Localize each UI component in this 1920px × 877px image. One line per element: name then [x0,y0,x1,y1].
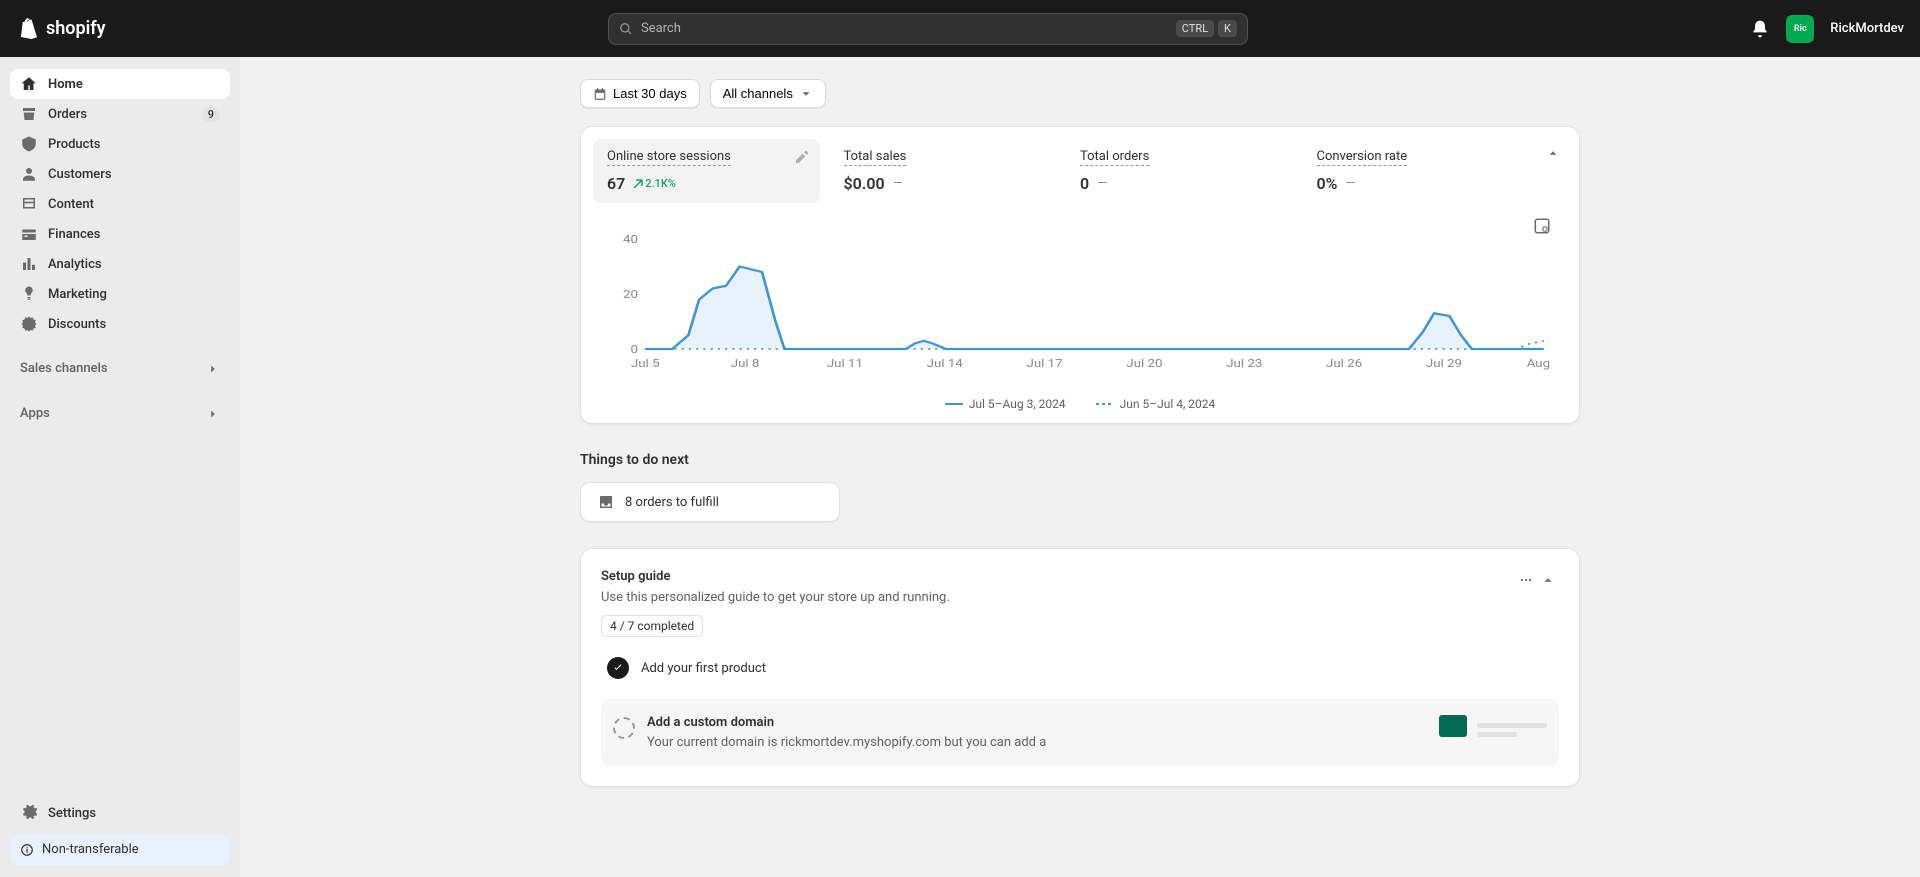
logo-text: shopify [46,18,106,39]
logo-icon [16,17,40,41]
notifications-icon[interactable] [1750,19,1770,39]
sidebar-item-customers[interactable]: Customers [10,159,230,189]
orders-to-fulfill-card[interactable]: 8 orders to fulfill [580,482,840,522]
sidebar-item-label: Analytics [48,257,102,272]
search-placeholder: Search [641,21,681,36]
stats-card: Online store sessions 67 2.1K% Total sal… [580,126,1580,424]
svg-text:Jul 8: Jul 8 [731,357,760,370]
svg-text:Jul 11: Jul 11 [827,357,863,370]
pending-icon [613,717,635,739]
svg-text:Jul 5: Jul 5 [631,357,660,370]
products-icon [20,135,38,153]
sidebar-item-label: Orders [48,107,87,122]
svg-text:0: 0 [631,343,639,356]
calendar-icon [593,87,607,101]
stat-total-sales[interactable]: Total sales $0.00 — [830,139,1057,203]
sessions-chart: 0 20 40 Jul 5 Jul 8 Jul 11 Jul 14 Jul 17 Jul 20 J… [609,233,1551,373]
trend-up: 2.1K% [633,177,676,190]
marketing-icon [20,285,38,303]
analytics-icon [20,255,38,273]
svg-text:Jul 29: Jul 29 [1426,357,1462,370]
edit-icon[interactable] [794,149,810,165]
sidebar-item-home[interactable]: Home [10,69,230,99]
kbd-k: K [1218,20,1237,37]
setup-item-custom-domain[interactable]: Add a custom domain Your current domain … [601,699,1559,766]
setup-item-first-product[interactable]: Add your first product [601,647,1559,689]
stat-total-orders[interactable]: Total orders 0 — [1066,139,1293,203]
info-icon [20,843,34,857]
discounts-icon [20,315,38,333]
svg-text:Jul 23: Jul 23 [1226,357,1262,370]
chevron-right-icon [206,407,220,421]
legend-current: Jul 5–Aug 3, 2024 [945,397,1066,411]
svg-text:Jul 26: Jul 26 [1326,357,1362,370]
avatar[interactable]: Ric [1786,15,1814,43]
home-icon [20,75,38,93]
dots-icon [1519,573,1533,587]
search-input[interactable]: Search CTRL K [608,13,1248,45]
fullscreen-icon[interactable] [1533,217,1551,235]
sidebar-item-discounts[interactable]: Discounts [10,309,230,339]
sidebar-item-content[interactable]: Content [10,189,230,219]
setup-guide-card: Setup guide Use this personalized guide … [580,548,1580,787]
setup-preview [1439,715,1547,737]
sidebar-item-label: Customers [48,167,112,182]
apps-section[interactable]: Apps [10,398,230,429]
username[interactable]: RickMortdev [1830,21,1904,36]
svg-text:40: 40 [623,233,638,246]
collapse-setup-button[interactable] [1537,569,1559,595]
setup-progress: 4 / 7 completed [601,615,703,637]
sidebar-item-label: Settings [48,806,96,821]
setup-title: Setup guide [601,569,1515,584]
kbd-ctrl: CTRL [1176,20,1214,37]
date-filter-button[interactable]: Last 30 days [580,79,700,108]
chevron-up-icon [1546,146,1560,160]
svg-text:Jul 20: Jul 20 [1126,357,1162,370]
sidebar-item-label: Finances [48,227,100,242]
svg-text:20: 20 [623,288,638,301]
inbox-icon [597,493,615,511]
svg-text:Jul 17: Jul 17 [1027,357,1063,370]
channels-filter-button[interactable]: All channels [710,79,826,108]
svg-text:Aug 1: Aug 1 [1527,357,1551,370]
things-to-do-title: Things to do next [580,452,1580,468]
non-transferable-badge[interactable]: Non-transferable [10,834,230,865]
chevron-up-icon [1541,573,1555,587]
finances-icon [20,225,38,243]
gear-icon [20,804,38,822]
customers-icon [20,165,38,183]
sidebar-item-products[interactable]: Products [10,129,230,159]
stat-online-sessions[interactable]: Online store sessions 67 2.1K% [593,139,820,203]
sidebar-item-label: Products [48,137,100,152]
sales-channels-section[interactable]: Sales channels [10,353,230,384]
arrow-up-icon [633,179,643,189]
content-icon [20,195,38,213]
sidebar-item-analytics[interactable]: Analytics [10,249,230,279]
setup-subtitle: Use this personalized guide to get your … [601,590,1515,605]
chevron-right-icon [206,362,220,376]
shopify-logo[interactable]: shopify [16,17,106,41]
sidebar-item-marketing[interactable]: Marketing [10,279,230,309]
sidebar-item-label: Content [48,197,94,212]
orders-badge: 9 [202,107,220,122]
chevron-down-icon [799,87,813,101]
orders-icon [20,105,38,123]
svg-text:Jul 14: Jul 14 [927,357,963,370]
search-icon [619,22,633,36]
sidebar-item-label: Marketing [48,287,107,302]
collapse-button[interactable] [1539,139,1567,167]
more-button[interactable] [1515,569,1537,595]
sidebar-item-label: Home [48,77,83,92]
legend-previous: Jun 5–Jul 4, 2024 [1096,397,1216,411]
stat-conversion-rate[interactable]: Conversion rate 0% — [1303,139,1530,203]
sidebar-item-settings[interactable]: Settings [10,798,230,828]
sidebar-item-finances[interactable]: Finances [10,219,230,249]
check-icon [607,657,629,679]
sidebar-item-orders[interactable]: Orders 9 [10,99,230,129]
sidebar-item-label: Discounts [48,317,106,332]
